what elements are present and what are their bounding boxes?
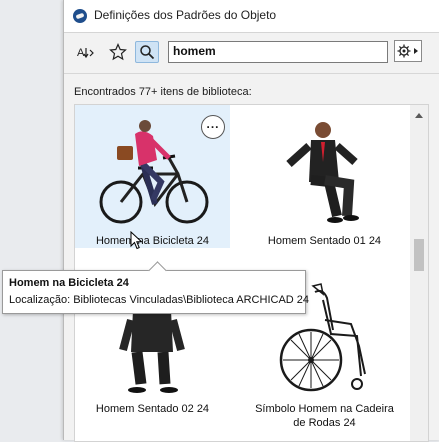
item-label: Homem Sentado 02 24 xyxy=(95,403,210,415)
tooltip-title: Homem na Bicicleta 24 xyxy=(9,277,129,289)
item-label: Homem Sentado 01 24 xyxy=(267,235,382,247)
search-input[interactable] xyxy=(169,42,387,60)
object-default-settings-window: Definições dos Padrões do Objeto A homem… xyxy=(63,0,439,442)
gear-icon xyxy=(397,44,418,58)
item-thumbnail xyxy=(247,109,402,234)
item-tooltip: Homem na Bicicleta 24 Localização: Bibli… xyxy=(2,261,310,314)
toolbar-divider xyxy=(64,73,439,74)
sitting-man-01-image xyxy=(285,121,359,223)
item-label: Homem na Bicicleta 24 xyxy=(95,235,210,247)
more-options-button[interactable]: ... xyxy=(201,115,225,139)
mouse-cursor-icon xyxy=(130,231,143,250)
grid-scrollbar[interactable] xyxy=(410,104,429,442)
archicad-logo-icon xyxy=(73,9,87,23)
library-item-man-on-bicycle[interactable]: Homem na Bicicleta 24 ... xyxy=(75,105,230,248)
library-toolbar: A xyxy=(64,33,439,73)
window-title: Definições dos Padrões do Objeto xyxy=(94,8,277,22)
sort-az-button[interactable]: A xyxy=(74,41,98,63)
search-toggle-button[interactable] xyxy=(135,41,159,63)
search-field[interactable] xyxy=(168,41,388,63)
results-count: Encontrados 77+ itens de biblioteca: xyxy=(74,86,252,98)
settings-menu-button[interactable] xyxy=(394,40,422,62)
tooltip-location: Localização: Bibliotecas Vinculadas\Bibl… xyxy=(9,294,310,306)
sort-az-icon: A xyxy=(77,47,94,59)
scroll-up-arrow-icon[interactable] xyxy=(415,113,423,118)
item-label-line1: Símbolo Homem na Cadeira xyxy=(255,403,394,415)
svg-text:A: A xyxy=(77,47,85,59)
star-icon xyxy=(109,43,127,61)
scrollbar-thumb[interactable] xyxy=(414,239,424,271)
library-item-sitting-man-01[interactable]: Homem Sentado 01 24 xyxy=(247,105,402,248)
favorites-button[interactable] xyxy=(106,41,130,63)
item-thumbnail-wrapper: Homem Sentado 01 24 xyxy=(247,105,402,248)
item-label-line2: de Rodas 24 xyxy=(293,417,356,429)
search-icon xyxy=(140,45,155,60)
title-bar: Definições dos Padrões do Objeto xyxy=(64,0,439,33)
